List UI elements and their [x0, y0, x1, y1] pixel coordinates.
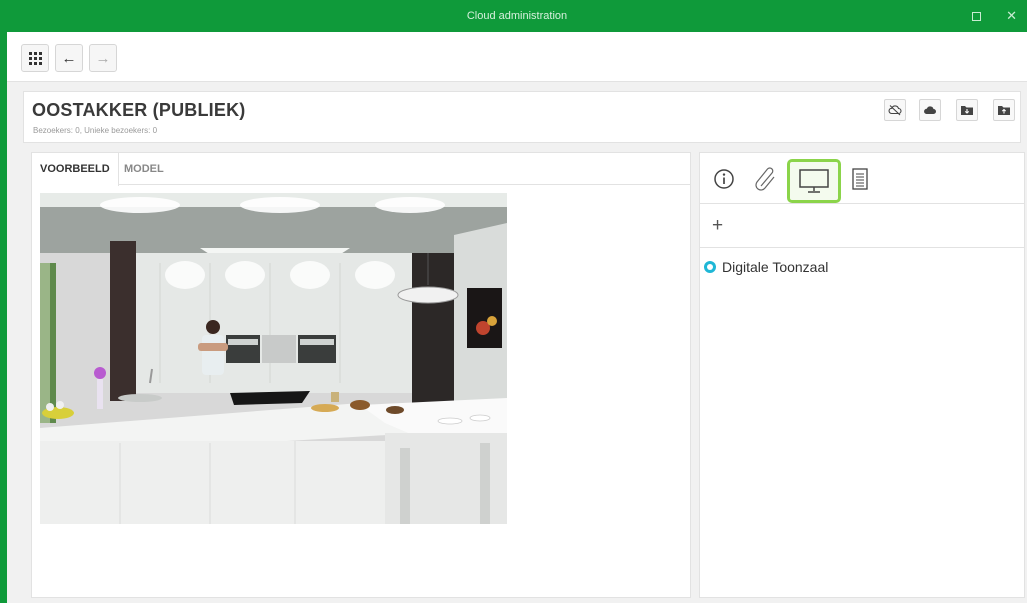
cloud-off-icon	[888, 105, 902, 116]
close-button[interactable]: ✕	[1006, 8, 1017, 24]
tool-icons-row	[700, 153, 1024, 204]
document-icon	[852, 168, 868, 190]
attachments-button[interactable]	[746, 161, 786, 197]
paperclip-icon	[755, 167, 775, 191]
tab-voorbeeld[interactable]: VOORBEELD	[32, 153, 119, 186]
preview-tabs: VOORBEELD MODEL	[32, 153, 690, 186]
page-title: OOSTAKKER (PUBLIEK)	[32, 100, 246, 120]
display-button[interactable]	[787, 159, 841, 203]
list-item-label: Digitale Toonzaal	[722, 259, 829, 275]
folder-upload-button[interactable]	[993, 99, 1015, 121]
folder-download-icon	[961, 106, 973, 115]
app-window: Cloud administration ✕ ← → OOSTAKKER (PU…	[0, 0, 1027, 603]
visitor-stats: Bezoekers: 0, Unieke bezoekers: 0	[33, 126, 158, 135]
add-row: +	[700, 205, 1024, 248]
cloud-upload-button[interactable]	[919, 99, 941, 121]
title-bar: Cloud administration ✕	[7, 0, 1027, 32]
window-title: Cloud administration	[466, 10, 568, 22]
page-header: OOSTAKKER (PUBLIEK) Bezoekers: 0, Unieke…	[23, 91, 1021, 143]
apps-button[interactable]	[21, 44, 49, 72]
grid-icon	[28, 51, 42, 65]
list-item[interactable]: Digitale Toonzaal	[704, 259, 828, 275]
forward-button[interactable]: →	[89, 44, 117, 72]
back-button[interactable]: ←	[55, 44, 83, 72]
monitor-icon	[799, 169, 829, 193]
maximize-button[interactable]	[972, 12, 981, 21]
info-button[interactable]	[704, 161, 744, 197]
circle-icon	[704, 261, 716, 273]
tab-model[interactable]: MODEL	[116, 153, 172, 185]
info-icon	[714, 169, 734, 189]
cloud-upload-icon	[924, 106, 936, 114]
detail-panel: + Digitale Toonzaal	[699, 152, 1025, 598]
kitchen-render-image	[40, 193, 507, 524]
document-button[interactable]	[840, 161, 880, 197]
add-button[interactable]: +	[712, 216, 723, 235]
folder-upload-icon	[998, 106, 1010, 115]
preview-panel: VOORBEELD MODEL	[31, 152, 691, 598]
arrow-right-icon: →	[95, 49, 111, 67]
main-toolbar: ← →	[7, 32, 1027, 82]
cloud-off-button[interactable]	[884, 99, 906, 121]
arrow-left-icon: ←	[61, 49, 77, 67]
folder-download-button[interactable]	[956, 99, 978, 121]
